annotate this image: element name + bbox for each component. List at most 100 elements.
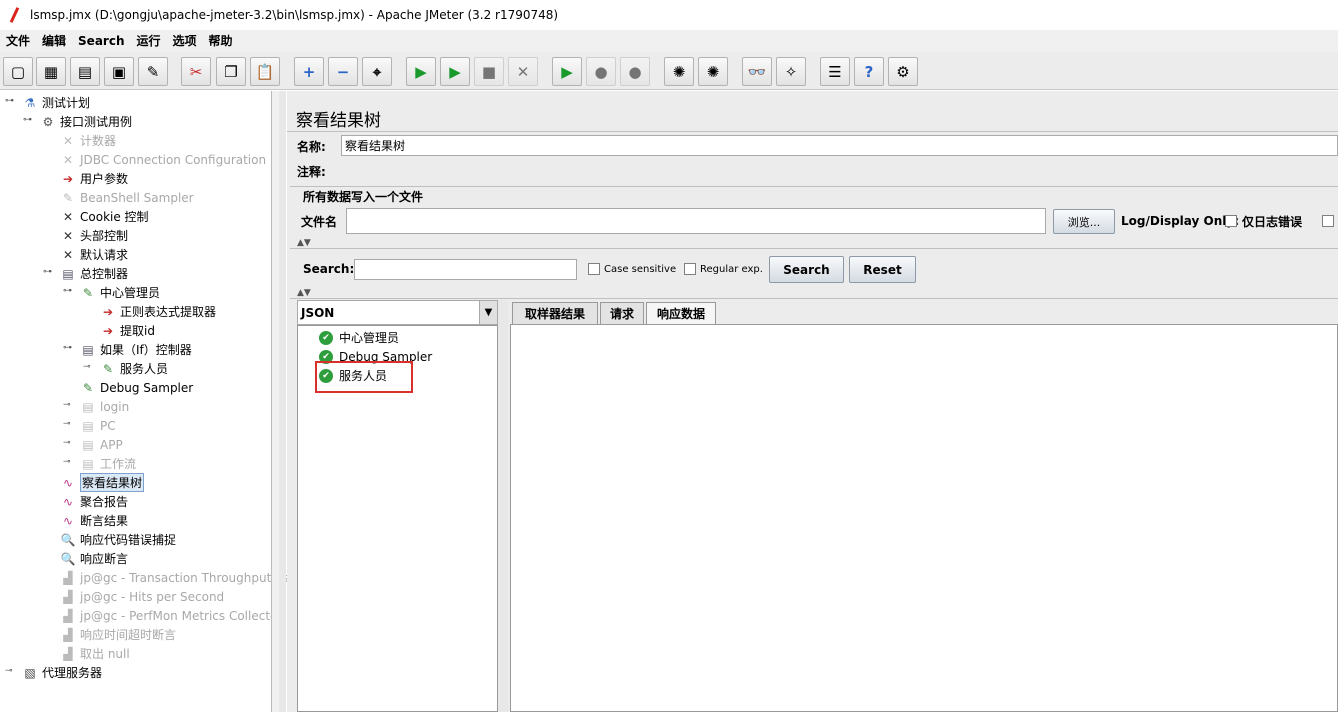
renderer-select[interactable]: JSON ▼ bbox=[297, 300, 498, 325]
tree-node-label: 服务人员 bbox=[120, 362, 169, 376]
magnifier-icon: 🔍 bbox=[60, 551, 76, 566]
response-data-area[interactable] bbox=[510, 324, 1338, 712]
tree-node[interactable]: ⚗ 测试计划 bbox=[22, 93, 90, 112]
collapse-icon[interactable]: − bbox=[328, 57, 358, 86]
tree-scrollbar[interactable] bbox=[271, 91, 279, 712]
tree-node[interactable]: ∿ 察看结果树 bbox=[60, 473, 145, 492]
comment-field[interactable] bbox=[337, 161, 1338, 181]
tree-expand-handle[interactable]: ⊸ bbox=[63, 419, 71, 429]
chevron-down-icon[interactable]: ▼ bbox=[479, 301, 497, 324]
tree-node[interactable]: ✕ 头部控制 bbox=[60, 226, 128, 245]
tree-expand-handle[interactable]: ⊸ bbox=[83, 362, 91, 372]
result-item[interactable]: ✔ 中心管理员 bbox=[319, 328, 399, 347]
result-tab[interactable]: 请求 bbox=[600, 302, 644, 324]
tree-expand-handle[interactable]: ⊸ bbox=[63, 438, 71, 448]
tree-node-label: login bbox=[100, 399, 130, 414]
tree-node[interactable]: ✎ Debug Sampler bbox=[80, 378, 193, 397]
menu-edit[interactable]: 编辑 bbox=[36, 31, 72, 51]
tree-expand-handle[interactable]: ⊶ bbox=[63, 343, 72, 353]
tree-node[interactable]: ➔ 用户参数 bbox=[60, 169, 128, 188]
menu-help[interactable]: 帮助 bbox=[203, 31, 239, 51]
reset-search-icon[interactable]: ✧ bbox=[776, 57, 806, 86]
name-field[interactable]: 察看结果树 bbox=[341, 135, 1338, 156]
new-icon[interactable]: ▢ bbox=[3, 57, 33, 86]
tree-node[interactable]: ▤ 工作流 bbox=[80, 454, 136, 473]
tree-expand-handle[interactable]: ⊸ bbox=[5, 666, 13, 676]
menu-file[interactable]: 文件 bbox=[0, 31, 36, 51]
clear-all-icon[interactable]: ✺ bbox=[698, 57, 728, 86]
case-sensitive-checkbox[interactable] bbox=[588, 263, 600, 275]
errors-only-checkbox[interactable] bbox=[1225, 215, 1237, 227]
expand-icon[interactable]: + bbox=[294, 57, 324, 86]
tree-expand-handle[interactable]: ⊶ bbox=[23, 115, 32, 125]
tree-node[interactable]: ➔ 提取id bbox=[100, 321, 155, 340]
menu-options[interactable]: 选项 bbox=[167, 31, 203, 51]
tree-node[interactable]: ✎ 中心管理员 bbox=[80, 283, 160, 302]
log-viewer-icon[interactable]: ⚙ bbox=[888, 57, 918, 86]
tree-node[interactable]: ▟ jp@gc - Hits per Second bbox=[60, 587, 224, 606]
result-tab[interactable]: 响应数据 bbox=[646, 302, 716, 324]
tree-node[interactable]: ➔ 正则表达式提取器 bbox=[100, 302, 216, 321]
result-tab[interactable]: 取样器结果 bbox=[512, 302, 598, 324]
successes-only-checkbox[interactable] bbox=[1322, 215, 1334, 227]
search-input[interactable] bbox=[354, 259, 577, 280]
cut-icon[interactable]: ✂ bbox=[181, 57, 211, 86]
menu-run[interactable]: 运行 bbox=[130, 31, 166, 51]
tree-node[interactable]: ▟ 取出 null bbox=[60, 644, 129, 663]
tree-node[interactable]: ✎ 服务人员 bbox=[100, 359, 168, 378]
tree-expand-handle[interactable]: ⊶ bbox=[43, 267, 52, 277]
stop-icon[interactable]: ■ bbox=[474, 57, 504, 86]
templates-icon[interactable]: ▦ bbox=[36, 57, 66, 86]
tree-node[interactable]: ⚙ 接口测试用例 bbox=[40, 112, 132, 131]
tree-node[interactable]: ✕ JDBC Connection Configuration bbox=[60, 150, 266, 169]
menu-search[interactable]: Search bbox=[72, 31, 130, 51]
collapse-arrows-icon-2[interactable]: ▲▼ bbox=[297, 288, 311, 298]
save-icon[interactable]: ▣ bbox=[104, 57, 134, 86]
collapse-arrows-icon[interactable]: ▲▼ bbox=[297, 238, 311, 248]
tree-node[interactable]: ✕ 默认请求 bbox=[60, 245, 128, 264]
tree-node[interactable]: ✕ 计数器 bbox=[60, 131, 116, 150]
tree-node[interactable]: ▟ jp@gc - PerfMon Metrics Collector bbox=[60, 606, 282, 625]
tree-node[interactable]: ▤ PC bbox=[80, 416, 115, 435]
tree-expand-handle[interactable]: ⊸ bbox=[63, 457, 71, 467]
remote-stop-icon[interactable]: ● bbox=[586, 57, 616, 86]
tree-expand-handle[interactable]: ⊸ bbox=[63, 400, 71, 410]
help-icon[interactable]: ? bbox=[854, 57, 884, 86]
reset-button[interactable]: Reset bbox=[849, 256, 916, 283]
tree-node[interactable]: ▟ jp@gc - Transaction Throughput vs bbox=[60, 568, 288, 587]
paste-icon[interactable]: 📋 bbox=[250, 57, 280, 86]
tree-node[interactable]: ▤ 如果（If）控制器 bbox=[80, 340, 191, 359]
toggle-icon[interactable]: ⌖ bbox=[362, 57, 392, 86]
clear-icon[interactable]: ✺ bbox=[664, 57, 694, 86]
start-no-pause-icon[interactable]: ▶ bbox=[440, 57, 470, 86]
tree-node[interactable]: ▤ APP bbox=[80, 435, 122, 454]
tree-node[interactable]: ▤ 总控制器 bbox=[60, 264, 128, 283]
split-pane-divider[interactable] bbox=[279, 91, 286, 712]
start-icon[interactable]: ▶ bbox=[406, 57, 436, 86]
tree-node[interactable]: 🔍 响应代码错误捕捉 bbox=[60, 530, 177, 549]
search-button[interactable]: Search bbox=[769, 256, 844, 283]
tree-expand-handle[interactable]: ⊶ bbox=[5, 96, 14, 106]
tree-node[interactable]: 🔍 响应断言 bbox=[60, 549, 129, 568]
results-divider[interactable] bbox=[498, 300, 508, 712]
tree-node[interactable]: ∿ 断言结果 bbox=[60, 511, 128, 530]
tree-node-label: 计数器 bbox=[80, 134, 117, 148]
tree-expand-handle[interactable]: ⊶ bbox=[63, 286, 72, 296]
tree-node[interactable]: ▧ 代理服务器 bbox=[22, 663, 102, 682]
regex-checkbox[interactable] bbox=[684, 263, 696, 275]
function-helper-icon[interactable]: ☰ bbox=[820, 57, 850, 86]
tree-node[interactable]: ▤ login bbox=[80, 397, 129, 416]
tree-node[interactable]: ✎ BeanShell Sampler bbox=[60, 188, 194, 207]
tree-node[interactable]: ✕ Cookie 控制 bbox=[60, 207, 149, 226]
tree-node[interactable]: ∿ 聚合报告 bbox=[60, 492, 128, 511]
open-icon[interactable]: ▤ bbox=[70, 57, 100, 86]
tree-node[interactable]: ▟ 响应时间超时断言 bbox=[60, 625, 176, 644]
copy-icon[interactable]: ❐ bbox=[216, 57, 246, 86]
search-binoculars-icon[interactable]: 👓 bbox=[742, 57, 772, 86]
browse-button[interactable]: 浏览... bbox=[1053, 209, 1115, 234]
save-as-icon[interactable]: ✎ bbox=[138, 57, 168, 86]
remote-shutdown-icon[interactable]: ● bbox=[620, 57, 650, 86]
file-name-input[interactable] bbox=[346, 208, 1046, 234]
shutdown-icon[interactable]: ✕ bbox=[508, 57, 538, 86]
remote-start-icon[interactable]: ▶ bbox=[552, 57, 582, 86]
